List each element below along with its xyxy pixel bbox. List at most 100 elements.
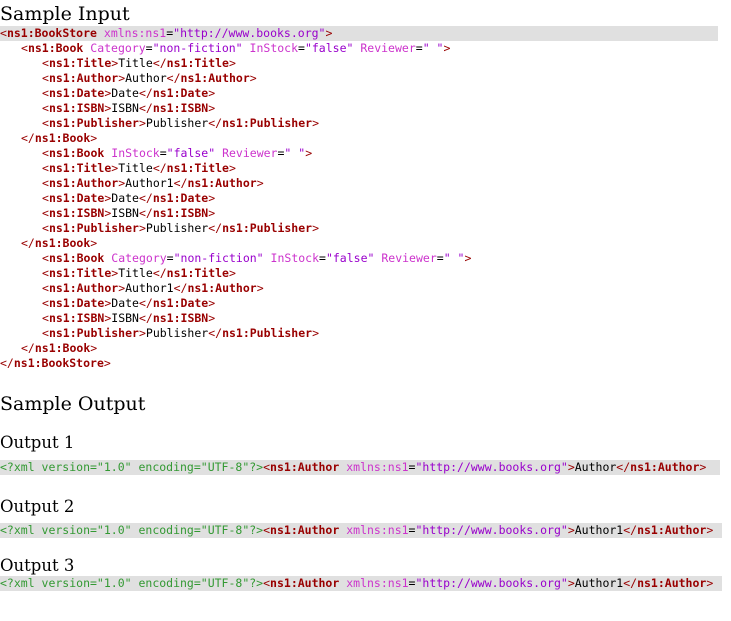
xml-text: Author1 (574, 576, 624, 590)
code-line: <ns1:Title>Title</ns1:Title> (0, 56, 718, 71)
xml-text: = (159, 146, 167, 160)
xml-tag-name: ns1:Title (166, 266, 229, 280)
xml-punctuation: < (42, 311, 49, 325)
xml-punctuation: < (263, 576, 271, 590)
xml-punctuation: > (90, 341, 98, 355)
xml-punctuation: < (42, 101, 49, 115)
xml-text: ISBN (111, 101, 139, 115)
xml-declaration: <?xml version="1.0" encoding="UTF-8"?> (0, 523, 264, 537)
xml-attribute-value: "false" (304, 41, 354, 55)
code-line: <ns1:Title>Title</ns1:Title> (0, 266, 718, 281)
xml-tag-name: ns1:BookStore (13, 356, 104, 370)
xml-punctuation: </ (173, 281, 188, 295)
xml-declaration: <?xml version="1.0" encoding="UTF-8"?> (0, 576, 264, 590)
xml-punctuation: < (42, 206, 49, 220)
xml-tag-name: ns1:Book (48, 251, 105, 265)
xml-tag-name: ns1:ISBN (152, 311, 209, 325)
xml-punctuation: > (312, 116, 320, 130)
xml-text: ISBN (111, 206, 139, 220)
code-line: <ns1:Publisher>Publisher</ns1:Publisher> (0, 221, 718, 236)
code-line: <ns1:Date>Date</ns1:Date> (0, 86, 718, 101)
xml-tag-name: ns1:Date (152, 191, 209, 205)
xml-punctuation: </ (21, 341, 35, 355)
xml-tag-name: ns1:Book (27, 41, 84, 55)
sample-input-code: <ns1:BookStore xmlns:ns1="http://www.boo… (0, 26, 718, 371)
xml-punctuation: </ (138, 296, 153, 310)
xml-tag-name: ns1:Author (180, 71, 250, 85)
xml-punctuation: > (208, 101, 216, 115)
xml-tag-name: ns1:Date (152, 86, 209, 100)
xml-tag-name: ns1:Author (630, 460, 700, 474)
xml-attribute-name: xmlns:ns1 (346, 576, 409, 590)
output-1-heading: Output 1 (0, 433, 75, 452)
xml-punctuation: > (208, 311, 216, 325)
xml-punctuation: </ (623, 576, 638, 590)
code-line: <ns1:Date>Date</ns1:Date> (0, 296, 718, 311)
xml-tag-name: ns1:Title (166, 161, 229, 175)
xml-punctuation: > (228, 161, 236, 175)
xml-punctuation: </ (152, 56, 167, 70)
xml-punctuation: < (42, 221, 49, 235)
xml-punctuation: < (42, 191, 49, 205)
xml-punctuation: < (0, 26, 7, 40)
code-line: <ns1:Book Category="non-fiction" InStock… (0, 251, 718, 266)
xml-attribute-value: "http://www.books.org" (415, 523, 568, 537)
xml-tag-name: ns1:Title (166, 56, 229, 70)
xml-punctuation: </ (0, 356, 14, 370)
xml-attribute-name: Reviewer (360, 41, 416, 55)
xml-tag-name: ns1:Author (48, 71, 119, 85)
xml-tag-name: ns1:Title (48, 56, 112, 70)
xml-punctuation: > (443, 41, 451, 55)
xml-attribute-value: "http://www.books.org" (415, 576, 568, 590)
xml-punctuation: > (103, 356, 111, 370)
code-line: </ns1:BookStore> (0, 356, 718, 371)
xml-tag-name: ns1:Author (270, 523, 340, 537)
xml-punctuation: </ (138, 311, 153, 325)
xml-text (243, 41, 250, 55)
xml-punctuation: > (249, 71, 257, 85)
xml-punctuation: > (706, 576, 714, 590)
xml-attribute-name: xmlns:ns1 (346, 523, 409, 537)
xml-punctuation: < (42, 281, 49, 295)
xml-tag-name: ns1:ISBN (48, 101, 105, 115)
code-line: <ns1:Publisher>Publisher</ns1:Publisher> (0, 116, 718, 131)
code-line: <ns1:Book Category="non-fiction" InStock… (0, 41, 718, 56)
xml-punctuation: > (256, 176, 264, 190)
xml-tag-name: ns1:Publisher (48, 221, 139, 235)
xml-text: Author (574, 460, 617, 474)
xml-text: Date (111, 296, 139, 310)
xml-text: Date (111, 191, 139, 205)
xml-punctuation: > (208, 191, 216, 205)
xml-attribute-name: xmlns:ns1 (346, 460, 409, 474)
xml-attribute-value: " " (284, 146, 306, 160)
xml-punctuation: > (208, 206, 216, 220)
xml-tag-name: ns1:Publisher (222, 116, 313, 130)
xml-punctuation: < (42, 146, 49, 160)
xml-attribute-value: "false" (325, 251, 375, 265)
xml-text: Date (111, 86, 139, 100)
xml-text (706, 460, 713, 474)
xml-text: Publisher (145, 116, 209, 130)
xml-punctuation: > (706, 523, 714, 537)
xml-punctuation: < (42, 296, 49, 310)
xml-punctuation: > (567, 460, 575, 474)
code-line: </ns1:Book> (0, 131, 718, 146)
xml-punctuation: < (42, 326, 49, 340)
xml-punctuation: > (464, 251, 472, 265)
xml-punctuation: > (305, 146, 313, 160)
xml-tag-name: ns1:Book (34, 341, 91, 355)
xml-attribute-name: InStock (270, 251, 320, 265)
output-3-heading: Output 3 (0, 556, 75, 575)
xml-punctuation: < (42, 251, 49, 265)
xml-punctuation: </ (166, 71, 181, 85)
xml-tag-name: ns1:Date (48, 191, 105, 205)
code-line: <ns1:Date>Date</ns1:Date> (0, 191, 718, 206)
xml-attribute-value: "false" (166, 146, 216, 160)
xml-attribute-name: Reviewer (381, 251, 437, 265)
xml-tag-name: ns1:Author (270, 576, 340, 590)
xml-punctuation: < (263, 460, 271, 474)
xml-tag-name: ns1:Book (34, 131, 91, 145)
xml-punctuation: </ (138, 191, 153, 205)
xml-tag-name: ns1:Book (34, 236, 91, 250)
xml-punctuation: > (90, 236, 98, 250)
